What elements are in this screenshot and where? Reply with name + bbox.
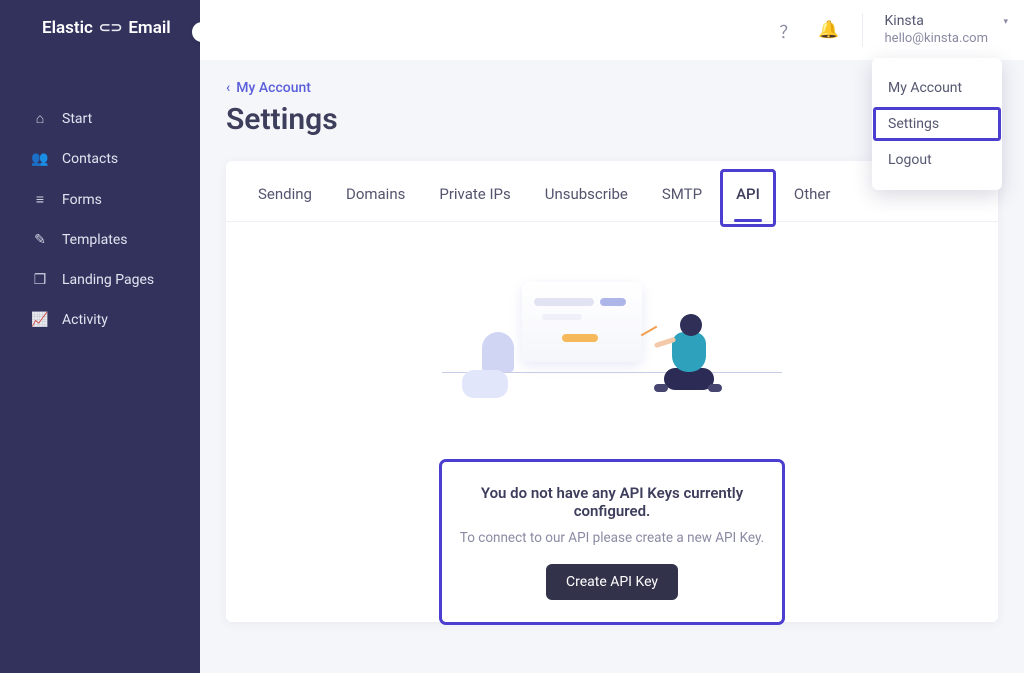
sidebar-item-label: Start bbox=[62, 111, 92, 127]
tab-label: Domains bbox=[346, 185, 405, 203]
tab-api[interactable]: API bbox=[734, 179, 762, 221]
dropdown-item-my-account[interactable]: My Account bbox=[872, 70, 1002, 106]
activity-icon: 📈 bbox=[32, 312, 48, 328]
sidebar-item-templates[interactable]: ✎ Templates bbox=[0, 220, 200, 260]
tab-label: Other bbox=[794, 185, 831, 203]
sidebar-item-label: Templates bbox=[62, 232, 128, 248]
create-api-key-button[interactable]: Create API Key bbox=[546, 564, 678, 600]
home-icon: ⌂ bbox=[32, 110, 48, 127]
brand-name-right: Email bbox=[128, 18, 170, 38]
tab-domains[interactable]: Domains bbox=[344, 179, 407, 221]
contacts-icon: 👥 bbox=[32, 151, 48, 167]
brand-name-left: Elastic bbox=[42, 18, 93, 38]
tab-label: Unsubscribe bbox=[545, 185, 628, 203]
brand-logo: Elastic ⊂⊃ Email bbox=[0, 18, 200, 68]
dropdown-item-logout[interactable]: Logout bbox=[872, 142, 1002, 178]
button-label: Create API Key bbox=[566, 574, 658, 590]
tab-label: Private IPs bbox=[439, 185, 510, 203]
notifications-icon[interactable]: 🔔 bbox=[818, 20, 839, 40]
api-empty-state: You do not have any API Keys currently c… bbox=[442, 462, 782, 622]
chevron-left-icon: ‹ bbox=[226, 80, 230, 96]
help-icon[interactable]: ？ bbox=[779, 18, 796, 43]
dropdown-item-label: My Account bbox=[888, 80, 962, 96]
sidebar-item-label: Activity bbox=[62, 312, 108, 328]
topbar: ？ 🔔 Kinsta hello@kinsta.com ▾ My Account… bbox=[200, 0, 1024, 60]
settings-card: Sending Domains Private IPs Unsubscribe … bbox=[226, 161, 998, 622]
tab-unsubscribe[interactable]: Unsubscribe bbox=[543, 179, 630, 221]
dropdown-item-label: Logout bbox=[888, 152, 932, 168]
brand-glyph-icon: ⊂⊃ bbox=[99, 20, 122, 36]
caret-down-icon: ▾ bbox=[1003, 17, 1008, 28]
sidebar-item-contacts[interactable]: 👥 Contacts bbox=[0, 139, 200, 179]
tab-label: SMTP bbox=[662, 185, 702, 203]
empty-state-illustration bbox=[226, 222, 998, 452]
sidebar-item-label: Forms bbox=[62, 192, 102, 208]
templates-icon: ✎ bbox=[32, 232, 48, 248]
sidebar-item-activity[interactable]: 📈 Activity bbox=[0, 300, 200, 340]
empty-state-title: You do not have any API Keys currently c… bbox=[454, 484, 770, 520]
sidebar-nav: ⌂ Start 👥 Contacts ≡ Forms ✎ Templates ❒… bbox=[0, 68, 200, 340]
account-email: hello@kinsta.com bbox=[885, 31, 988, 47]
dropdown-item-settings[interactable]: Settings bbox=[872, 106, 1002, 142]
tab-smtp[interactable]: SMTP bbox=[660, 179, 704, 221]
empty-state-subtitle: To connect to our API please create a ne… bbox=[454, 530, 770, 546]
landing-pages-icon: ❒ bbox=[32, 272, 48, 288]
account-dropdown: My Account Settings Logout bbox=[872, 58, 1002, 190]
account-name: Kinsta bbox=[885, 13, 988, 31]
breadcrumb-label: My Account bbox=[236, 80, 311, 96]
tab-other[interactable]: Other bbox=[792, 179, 833, 221]
forms-icon: ≡ bbox=[32, 191, 48, 208]
sidebar-item-landing-pages[interactable]: ❒ Landing Pages bbox=[0, 260, 200, 300]
tab-label: API bbox=[736, 185, 760, 203]
sidebar-item-forms[interactable]: ≡ Forms bbox=[0, 179, 200, 220]
dropdown-item-label: Settings bbox=[888, 116, 939, 132]
sidebar-item-label: Landing Pages bbox=[62, 272, 154, 288]
account-menu-trigger[interactable]: Kinsta hello@kinsta.com ▾ bbox=[862, 13, 1002, 47]
tab-private-ips[interactable]: Private IPs bbox=[437, 179, 512, 221]
tab-label: Sending bbox=[258, 185, 312, 203]
sidebar-item-start[interactable]: ⌂ Start bbox=[0, 98, 200, 139]
sidebar: Elastic ⊂⊃ Email ‹ ⌂ Start 👥 Contacts ≡ … bbox=[0, 0, 200, 673]
sidebar-item-label: Contacts bbox=[62, 151, 118, 167]
tab-sending[interactable]: Sending bbox=[256, 179, 314, 221]
